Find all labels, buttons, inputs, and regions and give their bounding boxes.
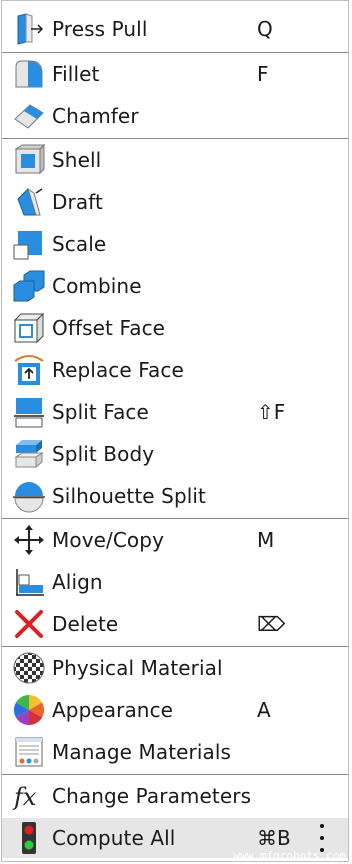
- menu-item-label: Silhouette Split: [52, 484, 206, 508]
- menu-item-label: Split Body: [52, 442, 155, 466]
- menu-item-label: Align: [52, 570, 103, 594]
- scale-icon: [12, 227, 46, 261]
- physical-material-icon: [12, 651, 46, 685]
- offset-face-icon: [12, 311, 46, 345]
- watermark: www.mfgrobots.com: [233, 849, 346, 862]
- shell-icon: [12, 143, 46, 177]
- menu-item-label: Manage Materials: [52, 740, 232, 764]
- menu-item-silhouette-split[interactable]: Silhouette Split: [2, 476, 348, 516]
- menu-item-fillet[interactable]: Fillet F: [2, 54, 348, 94]
- shortcut-label: ⌘B: [257, 826, 291, 850]
- menu-item-label: Offset Face: [52, 316, 166, 340]
- menu-item-split-body[interactable]: Split Body: [2, 434, 348, 474]
- menu-item-label: Fillet: [52, 62, 100, 86]
- split-face-icon: [12, 395, 46, 429]
- replace-face-icon: [12, 353, 46, 387]
- shortcut-label: F: [257, 62, 269, 86]
- menu-item-label: Physical Material: [52, 656, 223, 680]
- more-options-icon[interactable]: [318, 824, 326, 852]
- separator: [2, 774, 348, 775]
- menu-item-label: Chamfer: [52, 104, 139, 128]
- shortcut-label: A: [257, 698, 271, 722]
- menu-item-label: Combine: [52, 274, 142, 298]
- menu-item-chamfer[interactable]: Chamfer: [2, 96, 348, 136]
- menu-item-label: Press Pull: [52, 17, 148, 41]
- shortcut-label: ⇧F: [257, 400, 286, 424]
- combine-icon: [12, 269, 46, 303]
- menu-item-label: Replace Face: [52, 358, 184, 382]
- menu-item-label: Shell: [52, 148, 102, 172]
- menu-item-manage-materials[interactable]: Manage Materials: [2, 732, 348, 772]
- svg-text:fx: fx: [12, 783, 37, 811]
- menu-item-label: Change Parameters: [52, 784, 252, 808]
- menu-item-press-pull[interactable]: Press Pull Q: [2, 9, 348, 49]
- menu-item-split-face[interactable]: Split Face ⇧F: [2, 392, 348, 432]
- menu-item-replace-face[interactable]: Replace Face: [2, 350, 348, 390]
- separator: [2, 52, 348, 53]
- menu-item-shell[interactable]: Shell: [2, 140, 348, 180]
- silhouette-split-icon: [12, 479, 46, 513]
- separator: [2, 518, 348, 519]
- change-parameters-icon: fx: [12, 779, 46, 813]
- delete-icon: [12, 607, 46, 641]
- menu-item-label: Split Face: [52, 400, 149, 424]
- modify-menu: Press Pull Q Fillet F Chamfer Shell Draf…: [1, 0, 349, 862]
- menu-item-move-copy[interactable]: Move/Copy M: [2, 520, 348, 560]
- compute-all-icon: [12, 821, 46, 855]
- chamfer-icon: [12, 99, 46, 133]
- menu-item-label: Draft: [52, 190, 103, 214]
- split-body-icon: [12, 437, 46, 471]
- menu-item-label: Compute All: [52, 826, 176, 850]
- menu-item-draft[interactable]: Draft: [2, 182, 348, 222]
- menu-item-combine[interactable]: Combine: [2, 266, 348, 306]
- press-pull-icon: [12, 12, 46, 46]
- appearance-icon: [12, 693, 46, 727]
- fillet-icon: [12, 57, 46, 91]
- menu-item-label: Scale: [52, 232, 107, 256]
- manage-materials-icon: [12, 735, 46, 769]
- menu-item-appearance[interactable]: Appearance A: [2, 690, 348, 730]
- menu-item-delete[interactable]: Delete ⌦: [2, 604, 348, 644]
- separator: [2, 646, 348, 647]
- align-icon: [12, 565, 46, 599]
- separator: [2, 138, 348, 139]
- draft-icon: [12, 185, 46, 219]
- menu-item-label: Appearance: [52, 698, 174, 722]
- menu-item-scale[interactable]: Scale: [2, 224, 348, 264]
- menu-item-align[interactable]: Align: [2, 562, 348, 602]
- shortcut-label: Q: [257, 17, 273, 41]
- shortcut-label: M: [257, 528, 275, 552]
- menu-item-label: Move/Copy: [52, 528, 165, 552]
- shortcut-label: ⌦: [257, 612, 286, 636]
- menu-item-physical-material[interactable]: Physical Material: [2, 648, 348, 688]
- menu-item-change-parameters[interactable]: fx Change Parameters: [2, 776, 348, 816]
- menu-item-label: Delete: [52, 612, 119, 636]
- move-copy-icon: [12, 523, 46, 557]
- menu-item-offset-face[interactable]: Offset Face: [2, 308, 348, 348]
